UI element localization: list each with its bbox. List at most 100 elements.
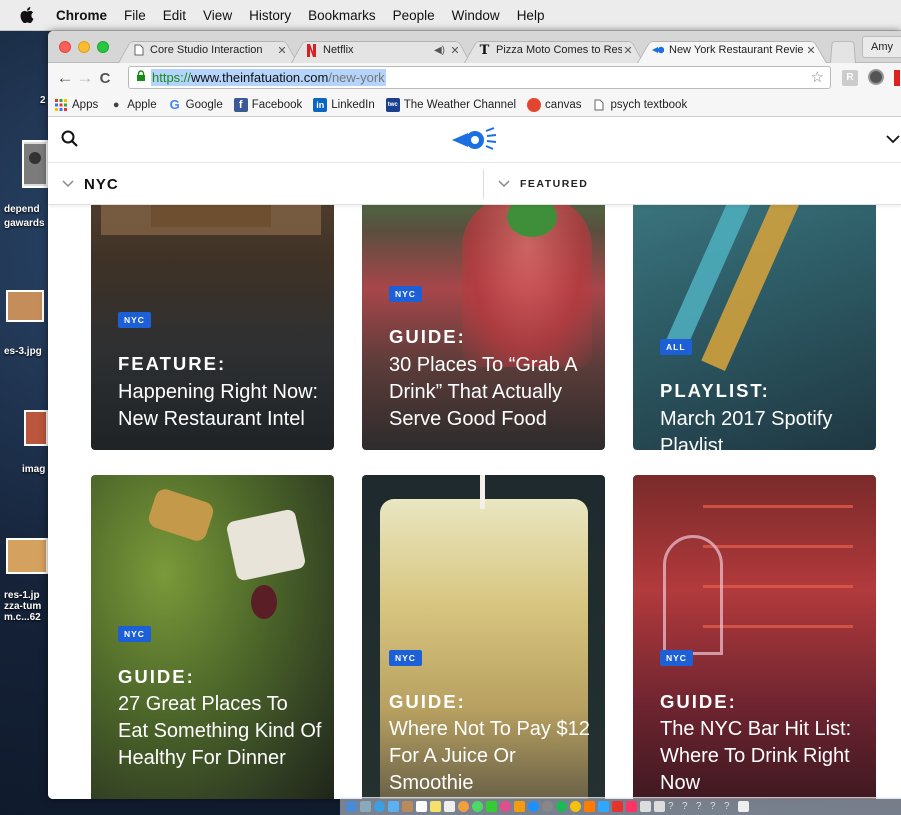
desktop-file-icon[interactable] (22, 140, 48, 188)
article-card[interactable]: NYC GUIDE: Where Not To Pay $12 For A Ju… (362, 475, 605, 799)
card-image-crouton (146, 486, 216, 544)
app-store-icon[interactable] (528, 801, 539, 812)
menu-bookmarks[interactable]: Bookmarks (308, 8, 376, 23)
article-card[interactable]: NYC GUIDE: 27 Great Places To Eat Someth… (91, 475, 334, 799)
close-tab-icon[interactable]: ✕ (449, 44, 461, 57)
unknown-app-icon[interactable]: ? (668, 801, 679, 812)
featured-selector[interactable]: FEATURED (498, 163, 588, 205)
unknown-app-icon[interactable]: ? (696, 801, 707, 812)
reload-icon[interactable]: C (95, 70, 115, 87)
reminders-icon[interactable] (444, 801, 455, 812)
safari-icon[interactable] (374, 801, 385, 812)
close-tab-icon[interactable]: ✕ (622, 44, 634, 57)
chevron-down-icon[interactable] (886, 131, 900, 149)
card-image-olive (251, 585, 277, 619)
profile-button[interactable]: Amy (862, 36, 901, 58)
unknown-app-icon[interactable]: ? (710, 801, 721, 812)
card-kicker: GUIDE: (389, 326, 466, 347)
system-preferences-icon[interactable] (542, 801, 553, 812)
photoshop-icon[interactable] (598, 801, 609, 812)
tab-core-studio[interactable]: Core Studio Interaction ✕ (118, 37, 298, 63)
city-selector[interactable]: NYC (62, 163, 119, 205)
address-bar[interactable]: https://www.theinfatuation.com/new-york … (128, 66, 831, 89)
notes-icon[interactable] (430, 801, 441, 812)
menu-view[interactable]: View (203, 8, 232, 23)
ibooks-icon[interactable] (514, 801, 525, 812)
desktop-label: m.c...62 (4, 612, 41, 623)
document-icon[interactable] (654, 801, 665, 812)
facebook-icon: f (233, 97, 248, 112)
bookmark-facebook[interactable]: f Facebook (233, 97, 302, 112)
desktop-image-icon[interactable] (24, 410, 48, 446)
tab-title: New York Restaurant Revie (669, 44, 804, 56)
unknown-app-icon[interactable]: ? (682, 801, 693, 812)
bookmark-linkedin[interactable]: in LinkedIn (313, 97, 375, 112)
audio-playing-icon[interactable]: ◀) (434, 45, 445, 56)
minimize-window-button[interactable] (78, 41, 90, 53)
article-card[interactable]: NYC GUIDE: The NYC Bar Hit List: Where T… (633, 475, 876, 799)
tab-pizza-moto[interactable]: T Pizza Moto Comes to Rest ✕ (464, 37, 644, 63)
bookmark-weather-channel[interactable]: twc The Weather Channel (385, 97, 517, 112)
extension-icon[interactable]: R (842, 70, 858, 86)
desktop-label: res-1.jp (4, 590, 40, 601)
calendar-icon[interactable] (416, 801, 427, 812)
extension-icon[interactable] (868, 69, 884, 85)
bookmark-apps[interactable]: Apps (54, 98, 98, 112)
menu-history[interactable]: History (249, 8, 291, 23)
forward-arrow-icon[interactable]: → (75, 68, 95, 88)
messages-icon[interactable] (472, 801, 483, 812)
itunes-icon[interactable] (500, 801, 511, 812)
infatuation-logo-icon[interactable] (450, 124, 500, 159)
tab-new-york-restaurant-reviews[interactable]: New York Restaurant Revie ✕ (637, 37, 827, 63)
menu-people[interactable]: People (393, 8, 435, 23)
chevron-down-icon (62, 177, 74, 191)
bookmark-apple[interactable]: ● Apple (109, 98, 157, 112)
finder-icon[interactable] (346, 801, 357, 812)
desktop-image-icon[interactable] (6, 290, 44, 322)
menu-help[interactable]: Help (517, 8, 545, 23)
google-icon: G (169, 97, 180, 112)
extension-icon[interactable] (894, 70, 900, 86)
close-tab-icon[interactable]: ✕ (276, 44, 288, 57)
indesign-icon[interactable] (626, 801, 637, 812)
infatuation-icon (651, 44, 664, 57)
trash-icon[interactable] (738, 801, 749, 812)
zoom-window-button[interactable] (97, 41, 109, 53)
menu-file[interactable]: File (124, 8, 146, 23)
url-scheme: https:// (152, 70, 192, 85)
desktop-label: imag (22, 464, 46, 475)
desktop-image-icon[interactable] (6, 538, 48, 574)
tab-netflix[interactable]: Netflix ◀) ✕ (291, 37, 471, 63)
menu-window[interactable]: Window (452, 8, 500, 23)
contacts-icon[interactable] (402, 801, 413, 812)
desktop-label: 2 (40, 95, 46, 106)
unknown-app-icon[interactable]: ? (724, 801, 735, 812)
bookmark-label: The Weather Channel (403, 98, 517, 111)
spotify-icon[interactable] (556, 801, 567, 812)
bookmark-label: canvas (545, 98, 582, 111)
acrobat-icon[interactable] (612, 801, 623, 812)
search-icon[interactable] (61, 130, 79, 153)
bookmark-canvas[interactable]: canvas (527, 97, 582, 112)
close-tab-icon[interactable]: ✕ (805, 44, 817, 57)
bookmark-google[interactable]: G Google (168, 97, 223, 112)
launchpad-icon[interactable] (360, 801, 371, 812)
bookmark-psych-textbook[interactable]: psych textbook (592, 98, 687, 112)
chrome-icon[interactable] (570, 801, 581, 812)
menu-edit[interactable]: Edit (163, 8, 186, 23)
photos-icon[interactable] (458, 801, 469, 812)
new-tab-button[interactable] (830, 37, 856, 63)
mail-icon[interactable] (388, 801, 399, 812)
desktop-label: depend (4, 204, 40, 215)
close-window-button[interactable] (59, 41, 71, 53)
document-icon[interactable] (640, 801, 651, 812)
tab-strip: Core Studio Interaction ✕ Netflix ◀) ✕ T… (48, 31, 901, 63)
illustrator-icon[interactable] (584, 801, 595, 812)
featured-label: FEATURED (520, 178, 589, 190)
facetime-icon[interactable] (486, 801, 497, 812)
apple-logo-icon[interactable] (20, 7, 38, 23)
bookmark-star-icon[interactable]: ☆ (811, 68, 824, 86)
menu-chrome[interactable]: Chrome (56, 8, 107, 23)
back-arrow-icon[interactable]: ← (55, 68, 75, 88)
category-badge: NYC (660, 650, 693, 666)
